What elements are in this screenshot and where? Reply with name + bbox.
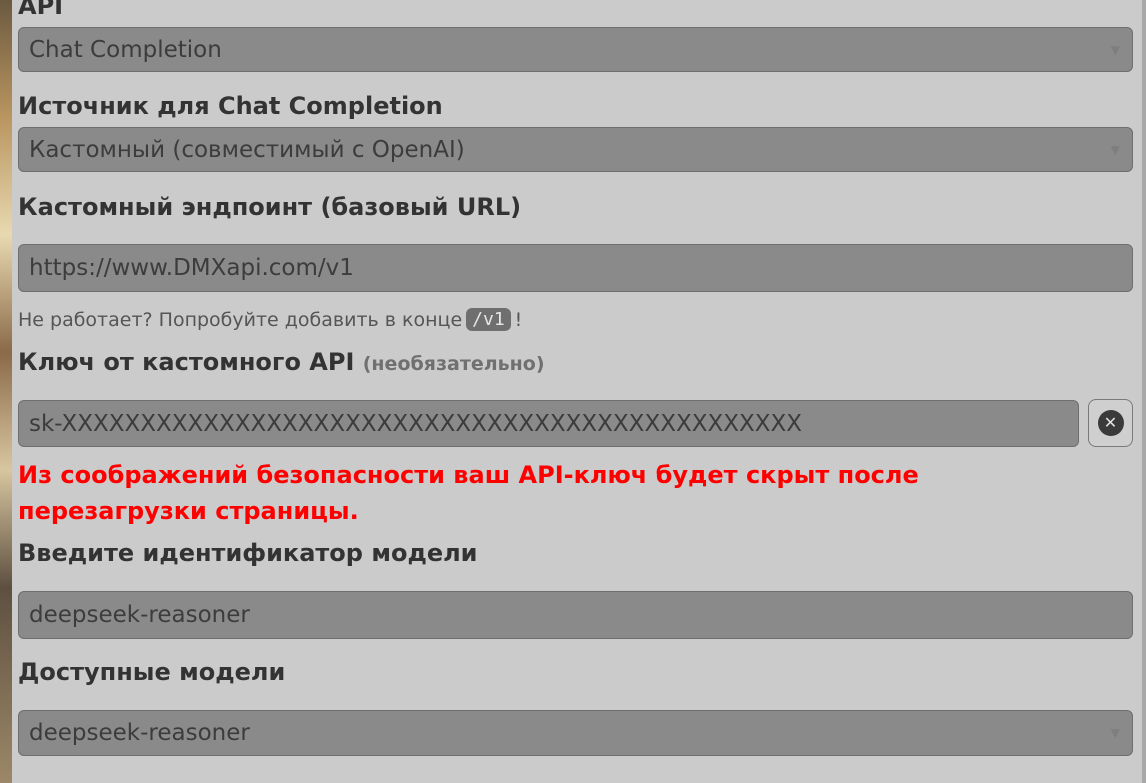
available-models-select[interactable]: deepseek-reasoner ▼ bbox=[18, 710, 1133, 756]
optional-note: (необязательно) bbox=[362, 353, 545, 375]
scrollbar[interactable] bbox=[1142, 0, 1146, 783]
model-id-input[interactable]: deepseek-reasoner bbox=[18, 591, 1133, 639]
chevron-down-icon: ▼ bbox=[1110, 42, 1120, 57]
endpoint-input[interactable]: https://www.DMXapi.com/v1 bbox=[18, 244, 1133, 292]
api-key-label: Ключ от кастомного API (необязательно) bbox=[18, 348, 545, 376]
clear-api-key-button[interactable]: ✕ bbox=[1088, 399, 1133, 447]
hint-text: Не работает? Попробуйте добавить в конце bbox=[18, 308, 463, 331]
api-select[interactable]: Chat Completion ▼ bbox=[18, 27, 1133, 72]
close-circle-icon: ✕ bbox=[1097, 410, 1124, 436]
endpoint-hint: Не работает? Попробуйте добавить в конце… bbox=[18, 308, 522, 331]
source-select-value: Кастомный (совместимый с OpenAI) bbox=[29, 136, 465, 163]
api-key-input[interactable]: sk-XXXXXXXXXXXXXXXXXXXXXXXXXXXXXXXXXXXXX… bbox=[18, 400, 1079, 447]
available-models-label: Доступные модели bbox=[18, 658, 286, 686]
endpoint-label: Кастомный эндпоинт (базовый URL) bbox=[18, 193, 522, 221]
source-select[interactable]: Кастомный (совместимый с OpenAI) ▼ bbox=[18, 127, 1133, 172]
api-key-value: sk-XXXXXXXXXXXXXXXXXXXXXXXXXXXXXXXXXXXXX… bbox=[29, 410, 803, 437]
endpoint-value: https://www.DMXapi.com/v1 bbox=[29, 255, 354, 281]
model-id-label: Введите идентификатор модели bbox=[18, 539, 478, 567]
api-key-label-text: Ключ от кастомного API bbox=[18, 348, 355, 376]
api-select-value: Chat Completion bbox=[29, 36, 222, 63]
chevron-down-icon: ▼ bbox=[1110, 142, 1120, 157]
hint-suffix: ! bbox=[514, 308, 523, 331]
model-id-value: deepseek-reasoner bbox=[29, 602, 250, 628]
background-artwork bbox=[0, 0, 12, 783]
api-label: API bbox=[18, 0, 64, 20]
hint-code: /v1 bbox=[466, 308, 511, 331]
security-warning: Из соображений безопасности ваш API-ключ… bbox=[18, 461, 919, 525]
available-models-value: deepseek-reasoner bbox=[29, 720, 250, 746]
source-label: Источник для Chat Completion bbox=[18, 92, 443, 120]
chevron-down-icon: ▼ bbox=[1110, 726, 1120, 740]
